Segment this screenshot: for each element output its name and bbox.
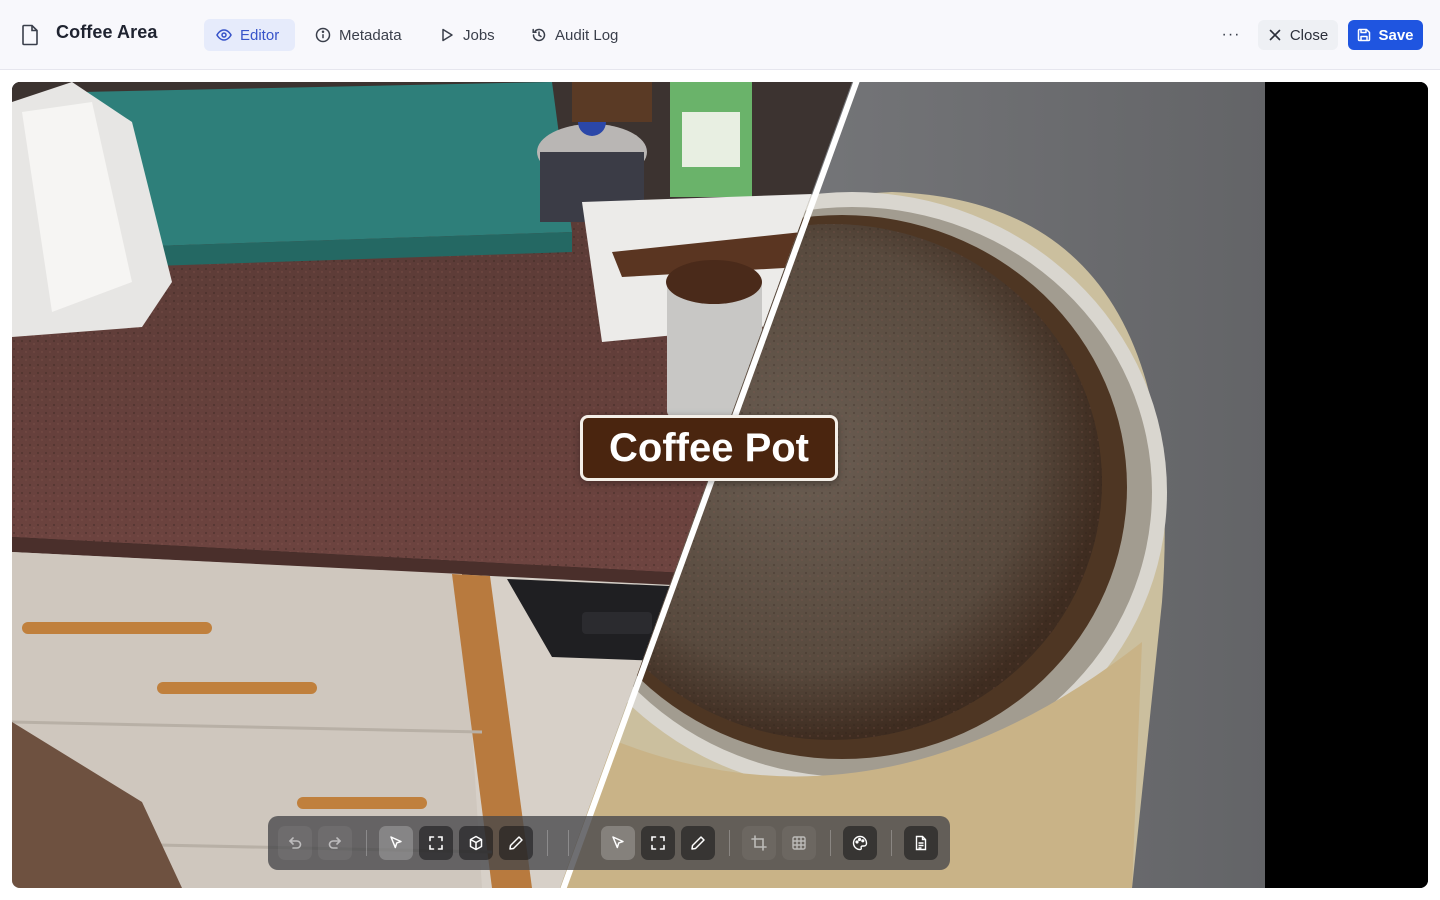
redo-icon (328, 837, 342, 849)
color-button[interactable] (843, 826, 877, 860)
pointer-icon (612, 836, 624, 849)
document-button[interactable] (904, 826, 938, 860)
tab-label: Jobs (463, 26, 495, 44)
pencil-icon (509, 836, 523, 850)
save-icon (1358, 28, 1371, 42)
ellipsis-icon: ··· (1221, 26, 1241, 43)
image-canvas[interactable]: Coffee Pot (12, 82, 1428, 888)
draw-button[interactable] (499, 826, 533, 860)
tab-jobs[interactable]: Jobs (427, 19, 507, 51)
undo-icon (288, 837, 302, 849)
fit-screen-button-2[interactable] (641, 826, 675, 860)
toolbar-divider (891, 830, 892, 856)
pencil-icon (691, 836, 705, 850)
toolbar-divider (729, 830, 730, 856)
toolbar-divider (547, 830, 548, 856)
info-icon (315, 27, 331, 43)
undo-button[interactable] (278, 826, 312, 860)
redo-button[interactable] (318, 826, 352, 860)
play-icon (442, 28, 453, 42)
select-tool-button[interactable] (379, 826, 413, 860)
grid-button[interactable] (782, 826, 816, 860)
close-label: Close (1289, 26, 1329, 44)
select-tool-button-2[interactable] (601, 826, 635, 860)
toolbar-divider (830, 830, 831, 856)
tab-metadata[interactable]: Metadata (303, 19, 414, 51)
save-button[interactable]: Save (1348, 20, 1423, 50)
tab-label: Editor (240, 26, 280, 44)
crop-button[interactable] (742, 826, 776, 860)
grid-icon (792, 836, 806, 850)
eye-icon (216, 29, 232, 41)
tab-audit-log[interactable]: Audit Log (519, 19, 630, 51)
document-icon (22, 24, 38, 46)
annotation-label[interactable]: Coffee Pot (580, 415, 838, 481)
palette-icon (852, 835, 868, 851)
close-icon (1269, 29, 1281, 41)
fit-screen-button[interactable] (419, 826, 453, 860)
more-options-button[interactable]: ··· (1216, 24, 1246, 46)
document-icon (915, 835, 927, 851)
pointer-icon (390, 836, 402, 849)
toolbar-divider (366, 830, 367, 856)
toolbar-divider (568, 830, 569, 856)
tab-editor[interactable]: Editor (204, 19, 295, 51)
image-preview (12, 82, 1428, 888)
fit-screen-icon (651, 836, 665, 850)
top-header: Coffee Area Editor Metadata Jobs Audit L… (0, 0, 1440, 70)
close-button[interactable]: Close (1258, 20, 1338, 50)
3d-box-button[interactable] (459, 826, 493, 860)
save-label: Save (1378, 26, 1414, 44)
tab-label: Audit Log (555, 26, 619, 44)
page-title: Coffee Area (56, 22, 158, 42)
tab-label: Metadata (339, 26, 402, 44)
fit-screen-icon (429, 836, 443, 850)
draw-button-2[interactable] (681, 826, 715, 860)
canvas-toolbar (268, 816, 950, 870)
crop-icon (751, 835, 767, 851)
history-icon (532, 28, 546, 42)
cube-icon (469, 835, 483, 851)
